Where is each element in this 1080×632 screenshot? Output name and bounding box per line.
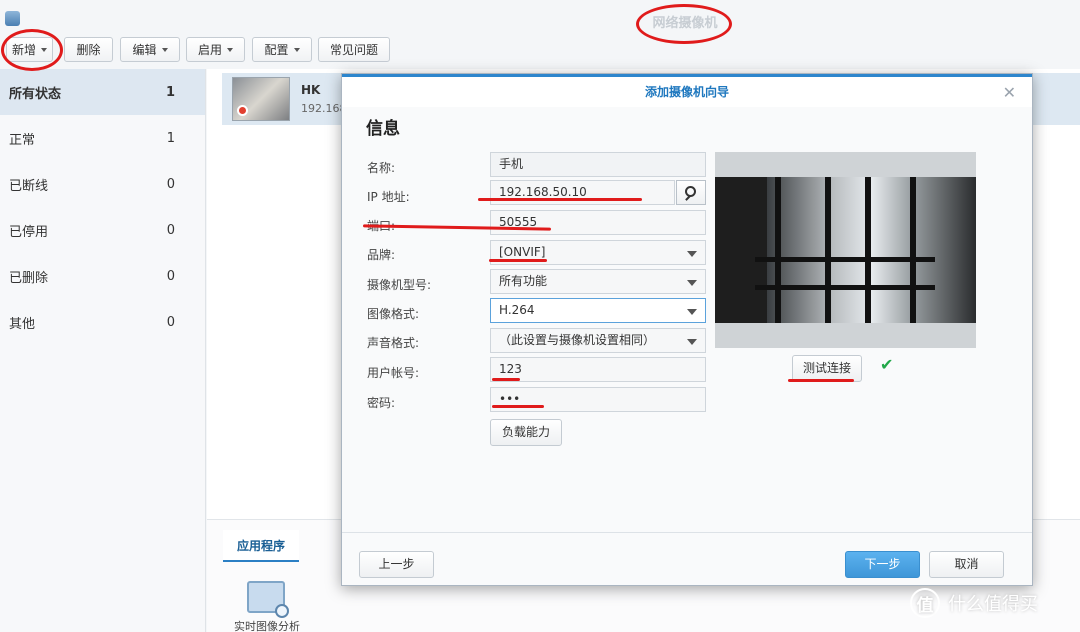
toolbar: 新增 删除 编辑 启用 配置 常见问题 xyxy=(0,30,1080,66)
dialog-footer: 上一步 下一步 取消 xyxy=(342,532,1032,586)
name-field[interactable]: 手机 xyxy=(490,152,706,177)
chevron-down-icon xyxy=(293,47,300,52)
audio-format-select-value: （此设置与摄像机设置相同） xyxy=(499,333,656,347)
tab-applications[interactable]: 应用程序 xyxy=(223,530,300,562)
sidebar-item-count: 1 xyxy=(165,84,175,100)
chevron-down-icon xyxy=(687,309,697,315)
annotation-underline-username xyxy=(492,378,520,381)
check-icon: ✔ xyxy=(880,355,894,374)
next-button[interactable]: 下一步 xyxy=(845,551,920,578)
faq-button-label: 常见问题 xyxy=(329,43,378,57)
chevron-down-icon xyxy=(687,251,697,257)
sidebar-item-label: 其他 xyxy=(9,316,36,332)
app-icon xyxy=(5,11,20,26)
audio-format-label: 声音格式: xyxy=(367,336,420,350)
annotation-underline-brand xyxy=(489,259,547,262)
previous-button[interactable]: 上一步 xyxy=(359,551,434,578)
sidebar-item-label: 已停用 xyxy=(9,224,49,240)
sidebar-item-label: 已断线 xyxy=(9,178,49,194)
test-connection-button[interactable]: 测试连接 xyxy=(792,355,862,382)
annotation-underline-ip xyxy=(478,198,642,201)
annotation-circle-new xyxy=(1,29,63,71)
chevron-down-icon xyxy=(687,339,697,345)
sidebar-item-other[interactable]: 其他 0 xyxy=(0,299,205,345)
camera-name: HK xyxy=(301,83,321,97)
username-label: 用户帐号: xyxy=(367,366,420,380)
site-watermark-text: 什么值得买 xyxy=(948,594,1038,615)
sidebar-item-count: 0 xyxy=(166,268,175,284)
sidebar-item-label: 所有状态 xyxy=(9,86,62,102)
sidebar-item-deleted[interactable]: 已删除 0 xyxy=(0,253,205,299)
ip-address-field[interactable]: 192.168.50.10 xyxy=(490,180,675,205)
brand-select-value: [ONVIF] xyxy=(499,245,546,259)
sidebar-item-disabled[interactable]: 已停用 0 xyxy=(0,207,205,253)
recording-indicator-icon xyxy=(237,105,248,116)
config-button-label: 配置 xyxy=(264,43,289,57)
camera-thumbnail xyxy=(232,77,290,121)
live-analytics-icon[interactable] xyxy=(247,581,289,618)
site-watermark: 值 什么值得买 xyxy=(910,588,1038,618)
capability-button[interactable]: 负载能力 xyxy=(490,419,562,446)
video-format-select[interactable]: H.264 xyxy=(490,298,706,323)
app-label: 实时图像分析 xyxy=(234,620,300,632)
video-format-label: 图像格式: xyxy=(367,307,420,321)
password-field[interactable]: ••• xyxy=(490,387,706,412)
delete-button[interactable]: 删除 xyxy=(64,37,113,62)
sidebar-item-label: 正常 xyxy=(9,132,36,148)
enable-button-label: 启用 xyxy=(197,43,222,57)
port-field[interactable]: 50555 xyxy=(490,210,706,235)
brand-label: 品牌: xyxy=(367,248,396,262)
audio-format-select[interactable]: （此设置与摄像机设置相同） xyxy=(490,328,706,353)
sidebar-item-count: 1 xyxy=(166,130,175,146)
camera-preview xyxy=(715,152,976,348)
edit-button[interactable]: 编辑 xyxy=(120,37,180,62)
sidebar-item-count: 0 xyxy=(166,176,175,192)
enable-button[interactable]: 启用 xyxy=(186,37,245,62)
username-field[interactable]: 123 xyxy=(490,357,706,382)
name-label: 名称: xyxy=(367,161,396,175)
dialog-header: 添加摄像机向导 ✕ xyxy=(342,74,1032,107)
site-logo: 值 xyxy=(910,588,940,618)
cancel-button[interactable]: 取消 xyxy=(929,551,1004,578)
annotation-underline-test xyxy=(788,379,854,382)
config-button[interactable]: 配置 xyxy=(252,37,312,62)
delete-button-label: 删除 xyxy=(76,43,101,57)
ip-label: IP 地址: xyxy=(367,190,410,204)
magnifier-icon xyxy=(275,604,289,618)
camera-preview-image xyxy=(715,177,976,323)
model-label: 摄像机型号: xyxy=(367,278,432,292)
sidebar: 所有状态 1 正常 1 已断线 0 已停用 0 已删除 0 其他 0 xyxy=(0,69,206,632)
sidebar-item-count: 0 xyxy=(166,222,175,238)
sidebar-item-all[interactable]: 所有状态 1 xyxy=(0,69,205,115)
section-heading: 信息 xyxy=(366,119,400,139)
chevron-down-icon xyxy=(687,280,697,286)
model-select-value: 所有功能 xyxy=(499,274,548,288)
dialog-title: 添加摄像机向导 xyxy=(644,85,729,99)
sidebar-item-label: 已删除 xyxy=(9,270,49,286)
sidebar-item-disconnected[interactable]: 已断线 0 xyxy=(0,161,205,207)
add-camera-wizard-dialog: 添加摄像机向导 ✕ 信息 名称: 手机 IP 地址: 192.168.50.10… xyxy=(341,73,1033,586)
chevron-down-icon xyxy=(227,47,233,52)
sidebar-item-count: 0 xyxy=(166,314,175,330)
search-camera-button[interactable] xyxy=(676,180,706,205)
camera-ip: 192.168.50.10 xyxy=(301,102,341,115)
edit-button-label: 编辑 xyxy=(132,43,157,57)
chevron-down-icon xyxy=(161,47,168,52)
faq-button[interactable]: 常见问题 xyxy=(318,37,390,62)
password-label: 密码: xyxy=(367,396,396,410)
annotation-circle-title xyxy=(636,4,732,44)
sidebar-item-normal[interactable]: 正常 1 xyxy=(0,115,205,161)
video-format-select-value: H.264 xyxy=(499,303,535,317)
model-select[interactable]: 所有功能 xyxy=(490,269,706,294)
close-icon[interactable]: ✕ xyxy=(1003,85,1016,101)
annotation-underline-password xyxy=(492,405,544,408)
